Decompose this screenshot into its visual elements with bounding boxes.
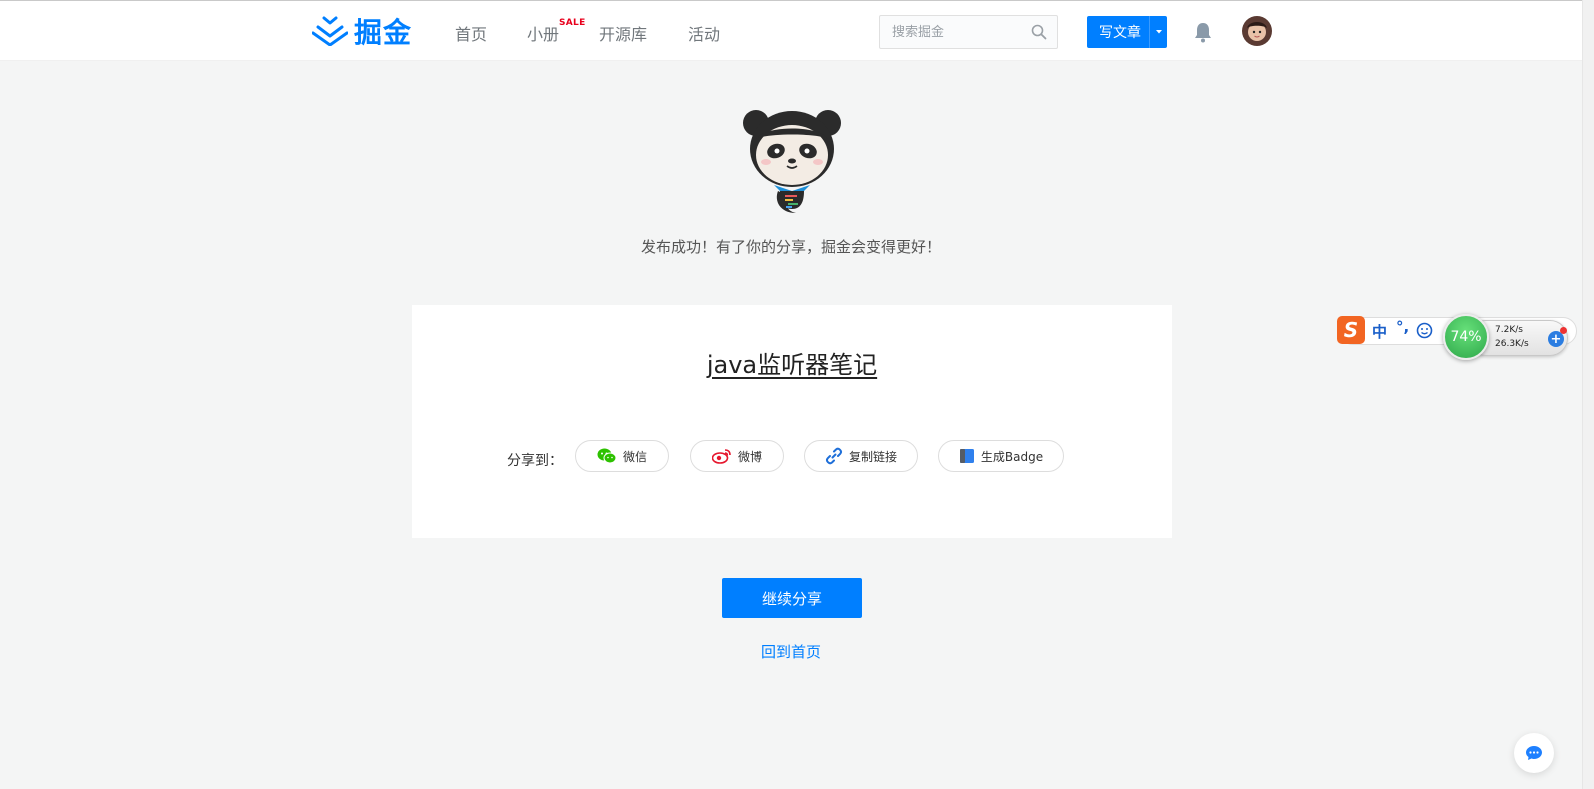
copy-link-label: 复制链接 xyxy=(848,449,897,464)
sale-badge: SALE xyxy=(559,18,586,28)
nav-home[interactable]: 首页 xyxy=(455,21,487,45)
notification-dot xyxy=(1560,327,1567,334)
copy-link-button[interactable]: 复制链接 xyxy=(804,440,918,472)
memory-usage-ball[interactable]: 74% xyxy=(1443,314,1489,360)
share-label: 分享到： xyxy=(507,453,563,469)
share-weibo-label: 微博 xyxy=(737,449,762,464)
badge-icon xyxy=(959,449,974,463)
back-to-home-link: 回到首页 xyxy=(0,641,1582,662)
nav-open-source[interactable]: 开源库 xyxy=(599,21,647,45)
caret-down-icon xyxy=(1155,30,1162,34)
share-weibo-button[interactable]: 微博 xyxy=(690,440,784,472)
logo-text: 掘金 xyxy=(354,16,413,49)
feedback-chat-button[interactable] xyxy=(1514,733,1554,773)
share-wechat-label: 微信 xyxy=(622,449,647,464)
ime-chinese-mode[interactable]: 中 xyxy=(1372,321,1387,342)
user-avatar[interactable] xyxy=(1242,16,1272,46)
link-icon xyxy=(825,447,843,465)
write-article-button[interactable]: 写文章 xyxy=(1087,16,1167,48)
download-speed: 26.3K/s xyxy=(1495,339,1529,349)
juejin-logo-icon xyxy=(312,16,348,46)
publish-success-message: 发布成功！有了你的分享，掘金会变得更好！ xyxy=(640,238,941,256)
site-logo[interactable]: 掘金 xyxy=(312,12,412,50)
generate-badge-label: 生成Badge xyxy=(980,449,1044,464)
write-dropdown-toggle[interactable] xyxy=(1150,29,1167,35)
write-article-label: 写文章 xyxy=(1099,25,1141,41)
nav-events[interactable]: 活动 xyxy=(688,21,720,45)
search-box xyxy=(879,15,1058,49)
back-to-home-label[interactable]: 回到首页 xyxy=(761,643,821,661)
article-share-card: java监听器笔记 分享到： 微信 微博 复制链接 生成Badge xyxy=(412,305,1172,538)
generate-badge-button[interactable]: 生成Badge xyxy=(938,440,1064,472)
page-scrollbar[interactable] xyxy=(1582,0,1594,789)
search-input[interactable] xyxy=(880,16,1020,48)
wechat-icon xyxy=(597,448,617,464)
notification-bell-icon[interactable] xyxy=(1193,21,1213,43)
search-icon[interactable] xyxy=(1031,24,1047,40)
nav-booklets[interactable]: 小册 xyxy=(527,21,559,45)
avatar-image-icon xyxy=(1242,16,1272,46)
panda-mascot-illustration xyxy=(743,110,841,213)
weibo-icon xyxy=(711,449,731,464)
top-navbar: 掘金 首页 小册 SALE 开源库 活动 写文章 xyxy=(0,1,1582,61)
sogou-ime-logo[interactable]: S xyxy=(1337,316,1365,344)
ime-punctuation-mode[interactable]: °, xyxy=(1396,318,1409,336)
continue-share-button[interactable]: 继续分享 xyxy=(722,578,862,618)
chat-bubble-icon xyxy=(1526,746,1542,760)
article-title-link[interactable]: java监听器笔记 xyxy=(412,345,1172,380)
emoji-icon[interactable] xyxy=(1416,322,1433,339)
share-wechat-button[interactable]: 微信 xyxy=(575,440,669,472)
upload-speed: 7.2K/s xyxy=(1495,325,1523,335)
